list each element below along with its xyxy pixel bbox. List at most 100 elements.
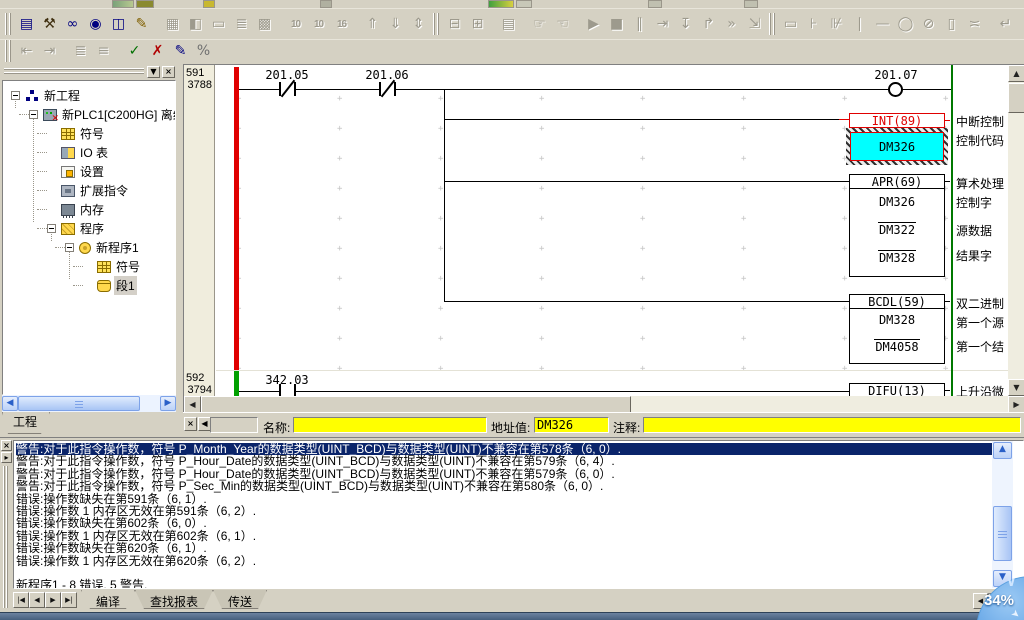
output-line[interactable]: 警告:对于此指令操作数，符号 P_Sec_Min的数据类型(UINT_BCD)与… [16,480,992,492]
prev-page-icon[interactable]: ◀ [29,592,45,608]
monitor-diff-up-icon[interactable]: ✓ [123,40,146,62]
closed-contact-symbol[interactable] [279,82,296,96]
tree-expander-minus-icon[interactable] [11,91,20,100]
tree-item-settings[interactable]: 设置 [61,163,106,180]
output-tab-查找报表[interactable]: 查找报表 [135,590,213,609]
contact-label[interactable]: 201.06 [356,68,418,82]
operand-comment: 源数据 [956,222,1008,239]
output-line[interactable]: 警告:对于此指令操作数，符号 P_Hour_Date的数据类型(UINT_BCD… [16,455,992,467]
tree-expander-minus-icon[interactable] [47,224,56,233]
scrollbar-thumb[interactable] [201,396,631,412]
grid-mark: + [640,94,645,104]
tree-item-memory[interactable]: 内存 [61,201,106,218]
address-field[interactable]: DM326 [534,417,609,433]
comment-field[interactable] [643,417,1021,433]
output-close-button[interactable]: × [1,440,12,451]
percent-monitor-icon[interactable]: % [192,40,215,62]
tree-expander-minus-icon[interactable] [29,110,38,119]
scrollbar-thumb[interactable] [1008,83,1024,113]
next-page-icon[interactable]: ▶ [45,592,61,608]
tab-project[interactable]: 工程 [2,412,50,434]
scroll-right-icon[interactable]: ▶ [1008,396,1024,412]
properties-icon[interactable]: ✎ [130,13,153,35]
output-tab-row: |◀◀▶▶|编译查找报表传送 [13,590,1024,610]
progress-value: 34% [984,592,1014,609]
output-expand-button[interactable]: ▸ [1,452,12,463]
operand[interactable]: DM326 [850,195,944,209]
grid-mark: + [438,364,443,374]
coil-label[interactable]: 201.07 [865,68,927,82]
tree-expander-minus-icon[interactable] [65,243,74,252]
instruction-block-difu[interactable]: DIFU(13) [849,383,945,397]
grid-mark: + [539,244,544,254]
operand[interactable]: DM4058 [850,339,944,354]
scroll-left-icon[interactable]: ◀ [184,396,201,412]
sidebar-horizontal-scrollbar[interactable]: ◀ ▶ [2,395,176,412]
tree-item-project[interactable]: 新工程 [25,87,82,104]
grid-mark: + [741,304,746,314]
toolbar-grip [520,13,528,35]
new-project-icon[interactable]: ▤ [15,13,38,35]
output-line[interactable]: 错误:操作数缺失在第602条（6, 0）. [16,517,992,529]
name-field[interactable] [293,417,487,433]
output-dock-handle[interactable]: × ▸ [0,438,13,612]
rung-step: 3794 [188,384,212,396]
operand[interactable]: DM328 [850,313,944,327]
compile-program-icon[interactable]: ⚒ [38,13,61,35]
output-tab-传送[interactable]: 传送 [213,590,267,609]
monitor-diff-down-icon[interactable]: ✗ [146,40,169,62]
scroll-right-icon[interactable]: ▶ [160,396,176,411]
symbol-combo[interactable] [210,417,258,433]
sidebar-grip[interactable]: ▼ × [0,64,178,80]
output-line[interactable] [16,567,992,579]
find-replace-icon[interactable]: ◉ [84,13,107,35]
symbol-bar: × ◀ 名称: 地址值: DM326 注释: [183,412,1024,437]
tree-item-expansion-instructions[interactable]: 扩展指令 [61,182,130,199]
tree-item-program1[interactable]: 新程序1 [79,239,141,256]
ladder-horizontal-scrollbar[interactable]: ◀ ▶ [184,396,1024,412]
grid-mark: + [337,184,342,194]
tree-item-symbols[interactable]: 符号 [61,125,106,142]
output-line[interactable]: 错误:操作数缺失在第620条（6, 1）. [16,542,992,554]
coil-symbol[interactable] [888,82,903,97]
selected-operand[interactable]: DM326 [850,132,944,161]
grid-mark: + [640,334,645,344]
operand[interactable]: DM322 [850,222,944,237]
output-line[interactable]: 新程序1 - 8 错误, 5 警告. [16,579,992,588]
instruction-block-bcdl[interactable]: BCDL(59) DM328 DM4058 [849,294,945,364]
tree-item-program1-symbols[interactable]: 符号 [97,258,142,275]
output-vertical-scrollbar[interactable]: ▲ ▼ [992,441,1013,588]
scroll-up-icon[interactable]: ▲ [993,442,1012,459]
watch-window-icon[interactable]: ∞ [61,13,84,35]
scroll-up-icon[interactable]: ▲ [1008,65,1024,82]
symbol-bar-close-button[interactable]: × [184,417,197,431]
scroll-down-icon[interactable]: ▼ [1008,379,1024,396]
instruction-block-apr[interactable]: APR(69) DM326 DM322 DM328 [849,174,945,277]
scrollbar-thumb[interactable] [993,506,1012,561]
programs-icon [61,223,75,235]
tree-item-plc[interactable]: 新PLC1[C200HG] 离线 [43,106,176,123]
ladder-vertical-scrollbar[interactable]: ▲ ▼ [1008,65,1024,396]
sidebar-close-button[interactable]: × [162,66,175,78]
set-value-icon[interactable]: ✎ [169,40,192,62]
tree-stub [55,247,65,248]
window-icon[interactable]: ◫ [107,13,130,35]
closed-contact-symbol[interactable] [379,82,396,96]
window-bottom-edge [0,612,1024,620]
scroll-left-icon[interactable]: ◀ [2,396,18,411]
output-tab-编译[interactable]: 编译 [81,590,135,609]
sidebar-dropdown-button[interactable]: ▼ [147,66,160,78]
tree-item-io-table[interactable]: IO 表 [61,144,110,161]
last-page-icon[interactable]: ▶| [61,592,77,608]
tree-item-section1[interactable]: 段1 [97,277,137,294]
scrollbar-thumb[interactable] [18,396,140,411]
output-line[interactable]: 错误:操作数 1 内存区无效在第620条（6, 2）. [16,555,992,567]
instruction-block-int[interactable]: INT(89) [849,113,945,128]
tree-item-programs[interactable]: 程序 [61,220,106,237]
ladder-diagram[interactable]: ++++++++++++++++++++++++++++++++++++++++… [183,64,1024,412]
operand[interactable]: DM328 [850,250,944,265]
compile-messages[interactable]: 警告:对于此指令操作数，符号 P_Month_Year的数据类型(UINT_BC… [14,441,992,588]
toolbar-grip [4,13,13,35]
first-page-icon[interactable]: |◀ [13,592,29,608]
contact-label[interactable]: 201.05 [256,68,318,82]
